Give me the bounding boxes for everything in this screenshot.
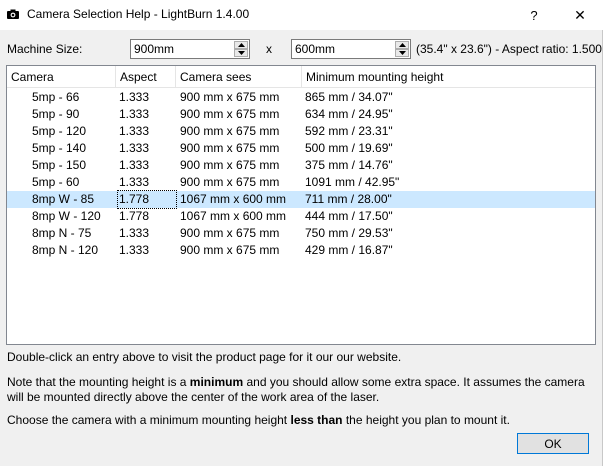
cell-camera-sees: 1067 mm x 600 mm (180, 192, 287, 206)
cell-camera-sees: 900 mm x 675 mm (180, 90, 280, 104)
cell-camera-sees: 900 mm x 675 mm (180, 141, 280, 155)
table-row[interactable]: 5mp - 66 1.333 900 mm x 675 mm 865 mm / 34.… (7, 89, 595, 106)
camera-table[interactable]: Camera Aspect Camera sees Minimum mounti… (6, 65, 596, 345)
cell-aspect: 1.778 (119, 209, 150, 223)
width-down-arrow-icon[interactable] (234, 49, 248, 57)
cell-aspect: 1.333 (119, 243, 150, 257)
cell-camera: 5mp - 120 (32, 124, 87, 138)
cell-aspect: 1.333 (119, 141, 150, 155)
table-row[interactable]: 5mp - 150 1.333 900 mm x 675 mm 375 mm / 14… (7, 157, 595, 174)
cell-camera-sees: 900 mm x 675 mm (180, 107, 280, 121)
cell-min-height: 711 mm / 28.00" (305, 192, 392, 206)
help-button[interactable]: ? (511, 0, 557, 30)
cell-min-height: 429 mm / 16.87" (305, 243, 393, 257)
cell-aspect: 1.333 (119, 158, 150, 172)
cell-camera-sees: 900 mm x 675 mm (180, 175, 280, 189)
help-text-less-than: Choose the camera with a minimum mountin… (7, 413, 510, 427)
header-aspect[interactable]: Aspect (116, 66, 176, 88)
aspect-ratio-info: (35.4" x 23.6") - Aspect ratio: 1.500 (416, 42, 602, 56)
cell-camera: 8mp N - 75 (32, 226, 92, 240)
cell-camera-sees: 1067 mm x 600 mm (180, 209, 287, 223)
cell-camera: 8mp W - 85 (32, 192, 95, 206)
table-row[interactable]: 8mp N - 75 1.333 900 mm x 675 mm 750 mm / 2… (7, 225, 595, 242)
help-text-double-click: Double-click an entry above to visit the… (7, 350, 402, 364)
cell-camera-sees: 900 mm x 675 mm (180, 158, 280, 172)
cell-camera: 5mp - 90 (32, 107, 80, 121)
header-camera[interactable]: Camera (7, 66, 116, 88)
cell-min-height: 375 mm / 14.76" (305, 158, 393, 172)
ok-button[interactable]: OK (517, 433, 589, 454)
table-row[interactable]: 5mp - 60 1.333 900 mm x 675 mm 1091 mm / 42… (7, 174, 595, 191)
cell-camera: 5mp - 140 (32, 141, 87, 155)
table-header: Camera Aspect Camera sees Minimum mounti… (7, 66, 595, 88)
table-row[interactable]: 5mp - 120 1.333 900 mm x 675 mm 592 mm / 23… (7, 123, 595, 140)
cell-aspect: 1.333 (119, 226, 150, 240)
cell-aspect: 1.333 (119, 124, 150, 138)
close-button[interactable]: ✕ (557, 0, 603, 30)
cell-aspect: 1.333 (119, 90, 150, 104)
cell-min-height: 750 mm / 29.53" (305, 226, 393, 240)
table-row[interactable]: 8mp W - 120 1.778 1067 mm x 600 mm 444 mm /… (7, 208, 595, 225)
machine-height-value[interactable]: 600mm (295, 42, 335, 56)
cell-aspect: 1.778 (117, 190, 177, 209)
table-row[interactable]: 5mp - 90 1.333 900 mm x 675 mm 634 mm / 24.… (7, 106, 595, 123)
size-separator: x (266, 42, 272, 56)
machine-width-spinbox[interactable]: 900mm (130, 39, 250, 59)
cell-camera: 5mp - 150 (32, 158, 87, 172)
cell-min-height: 1091 mm / 42.95" (305, 175, 400, 189)
machine-height-spinbox[interactable]: 600mm (291, 39, 411, 59)
camera-icon (7, 9, 19, 19)
cell-aspect: 1.333 (119, 107, 150, 121)
width-up-arrow-icon[interactable] (234, 41, 248, 49)
height-down-arrow-icon[interactable] (395, 49, 409, 57)
table-row[interactable]: 8mp N - 120 1.333 900 mm x 675 mm 429 mm / … (7, 242, 595, 259)
cell-camera-sees: 900 mm x 675 mm (180, 226, 280, 240)
cell-camera: 5mp - 60 (32, 175, 80, 189)
cell-min-height: 865 mm / 34.07" (305, 90, 393, 104)
cell-camera-sees: 900 mm x 675 mm (180, 124, 280, 138)
machine-size-label: Machine Size: (7, 42, 83, 56)
header-camera-sees[interactable]: Camera sees (176, 66, 302, 88)
cell-min-height: 500 mm / 19.69" (305, 141, 393, 155)
cell-min-height: 444 mm / 17.50" (305, 209, 393, 223)
machine-width-value[interactable]: 900mm (134, 42, 174, 56)
cell-min-height: 592 mm / 23.31" (305, 124, 393, 138)
help-text-minimum: Note that the mounting height is a minim… (7, 375, 585, 404)
camera-selection-dialog: Camera Selection Help - LightBurn 1.4.00… (0, 0, 603, 466)
table-row[interactable]: 5mp - 140 1.333 900 mm x 675 mm 500 mm / 19… (7, 140, 595, 157)
cell-camera: 8mp N - 120 (32, 243, 99, 257)
cell-camera: 5mp - 66 (32, 90, 80, 104)
title-bar[interactable]: Camera Selection Help - LightBurn 1.4.00… (0, 0, 603, 30)
cell-aspect: 1.333 (119, 175, 150, 189)
cell-camera-sees: 900 mm x 675 mm (180, 243, 280, 257)
header-min-mounting-height[interactable]: Minimum mounting height (302, 66, 597, 88)
table-row[interactable]: 8mp W - 85 1.778 1067 mm x 600 mm 711 mm / … (7, 190, 595, 209)
cell-camera: 8mp W - 120 (32, 209, 101, 223)
window-title: Camera Selection Help - LightBurn 1.4.00 (27, 7, 250, 21)
height-up-arrow-icon[interactable] (395, 41, 409, 49)
cell-min-height: 634 mm / 24.95" (305, 107, 393, 121)
